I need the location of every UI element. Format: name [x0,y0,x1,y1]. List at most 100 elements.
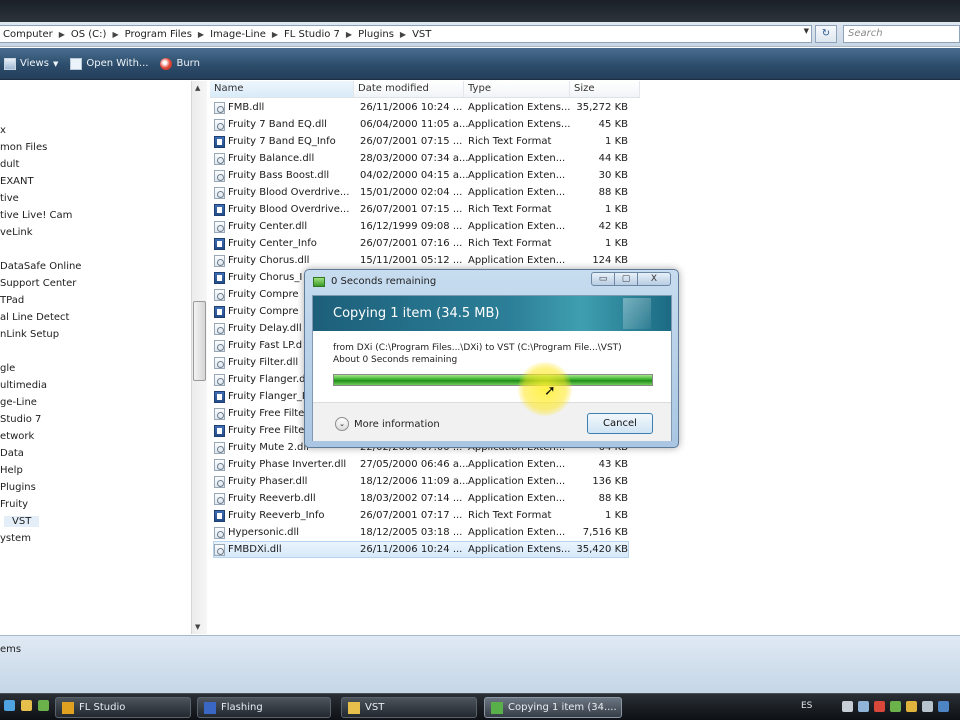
file-row[interactable]: Fruity 7 Band EQ.dll 06/04/2000 11:05 a..… [214,116,628,133]
file-row[interactable]: FMB.dll 26/11/2006 10:24 ... Application E… [214,99,628,116]
file-row[interactable]: Fruity Center.dll 16/12/1999 09:08 ... App… [214,218,628,235]
scroll-down-icon[interactable]: ▼ [195,623,200,631]
breadcrumb-plugins[interactable]: Plugins ▶ [355,29,409,40]
file-name-cell[interactable]: Fruity Center.dll [214,220,356,233]
quick-launch-icon[interactable] [4,700,15,711]
navigation-pane[interactable]: x mon Files dult EXANT tive tive Live! Cam veL… [0,81,191,634]
chevron-right-icon[interactable]: ▶ [195,30,207,39]
column-header-date[interactable]: Date modified [354,81,464,97]
nav-tree-item[interactable]: x [0,125,6,136]
column-header-name[interactable]: Name [210,81,354,97]
chevron-right-icon[interactable]: ▶ [269,30,281,39]
breadcrumb-computer[interactable]: Computer ▶ [0,29,68,40]
taskbar-button[interactable]: Flashing [197,697,331,718]
cancel-button[interactable]: Cancel [587,413,653,434]
nav-tree-item[interactable]: Studio 7 [0,414,41,425]
file-name-cell[interactable]: Fruity Reeverb.dll [214,492,356,505]
file-row[interactable]: Fruity 7 Band EQ_Info 26/07/2001 07:15 ..… [214,133,628,150]
quick-launch-icon[interactable] [21,700,32,711]
nav-tree-item[interactable]: Support Center [0,278,76,289]
file-name-cell[interactable]: Fruity Blood Overdrive... [214,203,356,216]
tray-app-icon[interactable] [906,701,917,712]
close-button[interactable]: X [637,272,671,286]
file-name-cell[interactable]: FMBDXi.dll [214,543,356,556]
nav-tree-item[interactable]: EXANT [0,176,34,187]
tray-app-icon[interactable] [938,701,949,712]
file-name-cell[interactable]: Fruity 7 Band EQ_Info [214,135,356,148]
nav-tree-item[interactable]: TPad [0,295,24,306]
breadcrumb-fl-studio[interactable]: FL Studio 7 ▶ [281,29,355,40]
search-input[interactable]: Search [843,25,960,43]
nav-tree-item[interactable]: ge-Line [0,397,37,408]
file-name-cell[interactable]: Fruity Center_Info [214,237,356,250]
breadcrumb-vst[interactable]: VST [409,29,434,40]
nav-tree-item[interactable]: Help [0,465,23,476]
file-row[interactable]: Fruity Reeverb.dll 18/03/2002 07:14 ... Ap… [214,490,628,507]
maximize-button[interactable]: ▢ [614,272,638,286]
file-name-cell[interactable]: Fruity Blood Overdrive... [214,186,356,199]
nav-tree-item[interactable]: ultimedia [0,380,47,391]
language-indicator[interactable]: ES [801,701,812,711]
nav-tree-item[interactable]: ystem [0,533,31,544]
file-row[interactable]: Fruity Blood Overdrive... 15/01/2000 02:0… [214,184,628,201]
file-name-cell[interactable]: Fruity Chorus.dll [214,254,356,267]
chevron-right-icon[interactable]: ▶ [56,30,68,39]
file-row[interactable]: Fruity Blood Overdrive... 26/07/2001 07:1… [214,201,628,218]
network-icon[interactable] [858,701,869,712]
dialog-titlebar[interactable]: 0 Seconds remaining ▭ ▢ X [305,270,678,295]
security-shield-icon[interactable] [874,701,885,712]
file-name-cell[interactable]: Fruity Phase Inverter.dll [214,458,356,471]
volume-icon[interactable] [842,701,853,712]
nav-tree-item[interactable]: veLink [0,227,33,238]
breadcrumb-program-files[interactable]: Program Files ▶ [122,29,207,40]
more-information-toggle[interactable]: ⌄ More information [335,417,440,431]
burn-button[interactable]: Burn [160,57,200,70]
file-row[interactable]: Fruity Phase Inverter.dll 27/05/2000 06:4… [214,456,628,473]
chevron-down-icon[interactable]: ▼ [804,27,809,35]
file-name-cell[interactable]: Fruity 7 Band EQ.dll [214,118,356,131]
file-name-cell[interactable]: Fruity Balance.dll [214,152,356,165]
scroll-up-icon[interactable]: ▲ [195,84,200,92]
breadcrumb[interactable]: Computer ▶ OS (C:) ▶ Program Files ▶ Image-… [0,25,812,43]
nav-tree-item[interactable]: al Line Detect [0,312,69,323]
copy-progress-dialog[interactable]: 0 Seconds remaining ▭ ▢ X Copying 1 item… [304,269,679,448]
column-header-type[interactable]: Type [464,81,570,97]
refresh-button[interactable]: ↻ [815,25,837,43]
file-row[interactable]: Fruity Balance.dll 28/03/2000 07:34 a... A… [214,150,628,167]
breadcrumb-image-line[interactable]: Image-Line ▶ [207,29,281,40]
nav-tree-item[interactable]: dult [0,159,19,170]
taskbar-button[interactable]: Copying 1 item (34.... [484,697,622,718]
file-name-cell[interactable]: Fruity Bass Boost.dll [214,169,356,182]
file-name-cell[interactable]: Fruity Phaser.dll [214,475,356,488]
taskbar-button[interactable]: FL Studio [55,697,191,718]
file-row[interactable]: Fruity Bass Boost.dll 04/02/2000 04:15 a.… [214,167,628,184]
file-name-cell[interactable]: Hypersonic.dll [214,526,356,539]
tray-app-icon[interactable] [922,701,933,712]
column-header-size[interactable]: Size [570,81,640,97]
file-row[interactable]: Fruity Center_Info 26/07/2001 07:16 ... Ri… [214,235,628,252]
file-row[interactable]: FMBDXi.dll 26/11/2006 10:24 ... Applicatio… [213,541,629,558]
nav-tree-item[interactable]: Fruity [0,499,28,510]
taskbar-button[interactable]: VST [341,697,477,718]
scrollbar-thumb[interactable] [193,301,206,381]
nav-scrollbar[interactable]: ▲ ▼ [191,81,207,634]
file-row[interactable]: Fruity Reeverb_Info 26/07/2001 07:17 ... R… [214,507,628,524]
quick-launch-icon[interactable] [38,700,49,711]
nav-tree-item[interactable]: etwork [0,431,34,442]
file-row[interactable]: Hypersonic.dll 18/12/2005 03:18 ... Applic… [214,524,628,541]
chevron-right-icon[interactable]: ▶ [109,30,121,39]
file-row[interactable]: Fruity Phaser.dll 18/12/2006 11:09 a... Ap… [214,473,628,490]
tray-app-icon[interactable] [890,701,901,712]
nav-tree-item[interactable]: tive Live! Cam [0,210,72,221]
nav-tree-item[interactable]: gle [0,363,15,374]
file-row[interactable]: Fruity Chorus.dll 15/11/2001 05:12 ... App… [214,252,628,269]
nav-tree-item[interactable]: Plugins [0,482,36,493]
nav-tree-item[interactable]: DataSafe Online [0,261,81,272]
nav-tree-item[interactable]: Data [0,448,24,459]
nav-tree-item[interactable]: nLink Setup [0,329,59,340]
nav-tree-item[interactable]: tive [0,193,19,204]
nav-tree-item[interactable]: VST [4,516,40,527]
chevron-right-icon[interactable]: ▶ [343,30,355,39]
views-button[interactable]: Views ▼ [4,57,58,70]
nav-tree-item[interactable]: mon Files [0,142,47,153]
